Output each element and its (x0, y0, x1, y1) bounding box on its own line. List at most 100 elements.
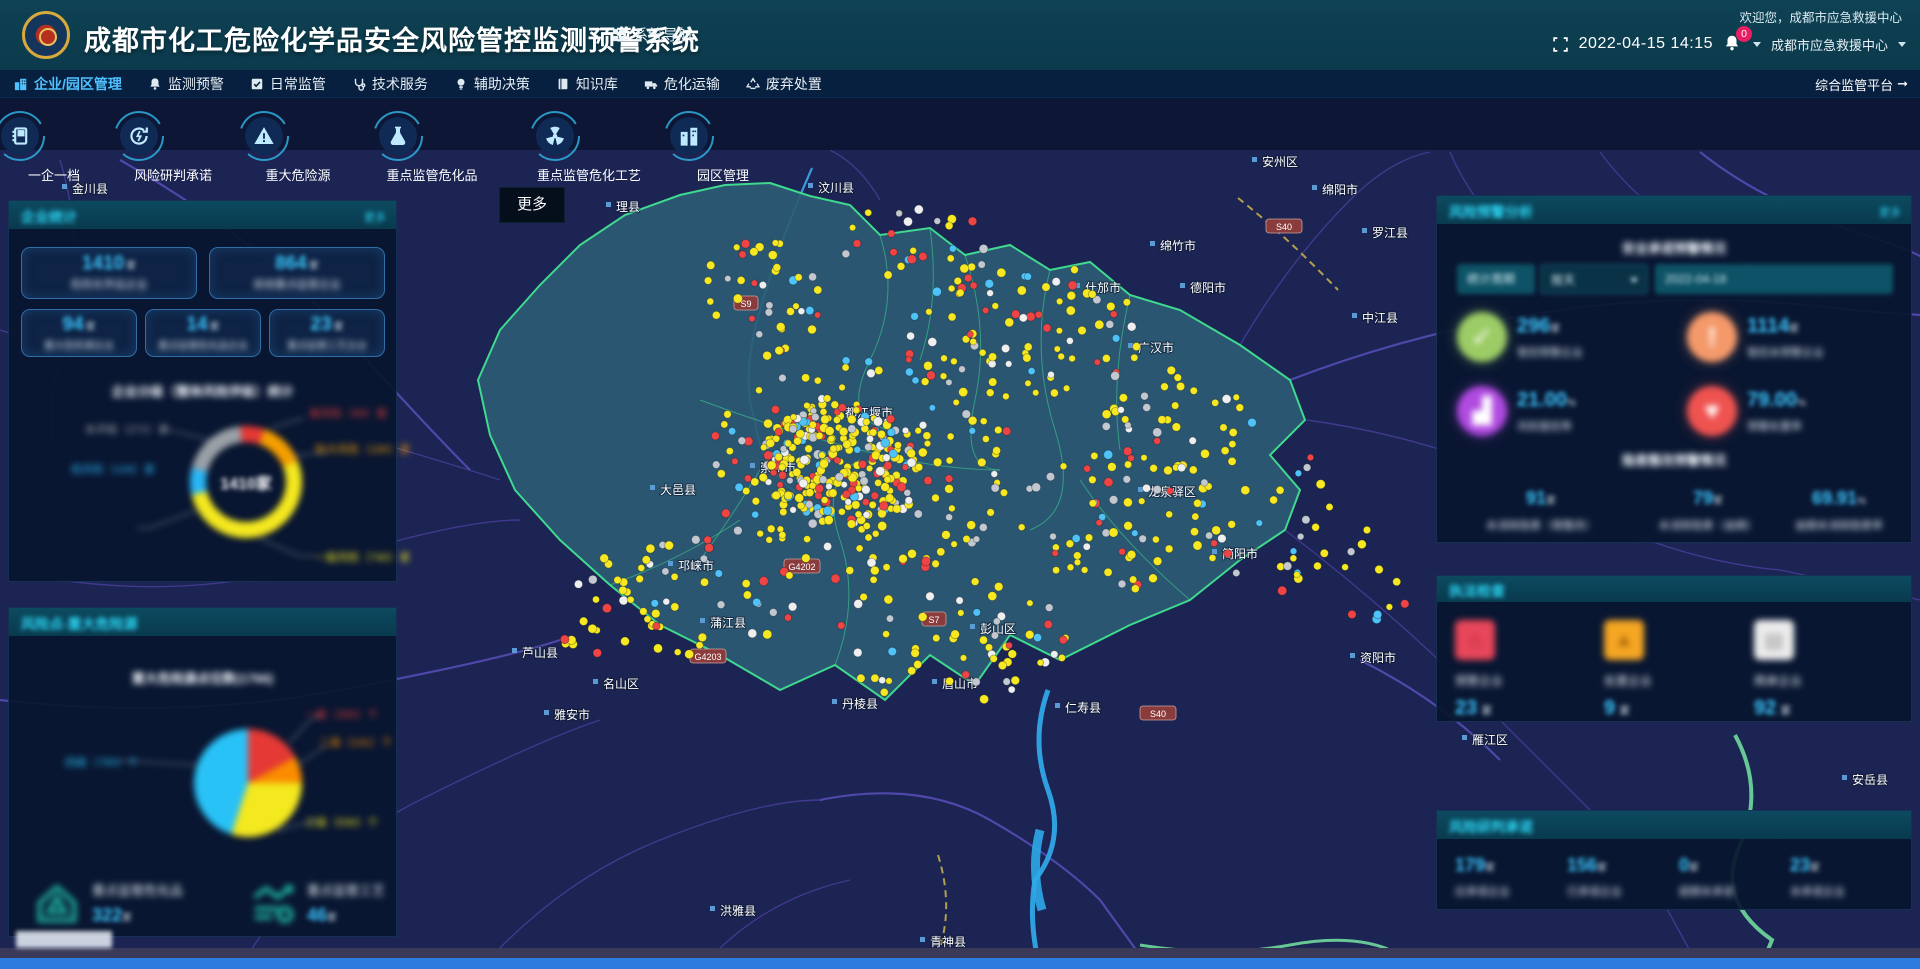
stat-value: 1410家 (22, 253, 196, 275)
stat-unit: 家 (1713, 496, 1723, 507)
process-flow-icon (249, 880, 295, 926)
svg-text:S7: S7 (928, 615, 939, 625)
nav-item-8[interactable]: 废弃处置 (746, 74, 822, 94)
svg-text:资阳市: 资阳市 (1360, 650, 1396, 665)
stat-value: 296家 (1517, 315, 1583, 338)
subnav-item-5[interactable]: 重点监管危化工艺 (529, 110, 649, 184)
stat-unit: 家 (309, 261, 319, 272)
nav-item-1[interactable]: 企业/园区管理 (14, 74, 122, 94)
square-notice-icon: ▲ (1604, 620, 1644, 660)
welcome-text: 欢迎您，成都市应急救援中心 (1739, 7, 1902, 26)
inspection-item[interactable]: ▲处置企业9家 (1604, 620, 1652, 720)
hazard-level-pie-chart (9, 703, 398, 873)
dashboard-root: 金川县安州区汶川县理县绵阳市绵竹市罗江县什邡市德阳市中江县广汉市都江堰市崇州市大… (0, 0, 1920, 969)
road-badge: S40 (1266, 219, 1302, 233)
fullscreen-icon[interactable] (1552, 36, 1569, 53)
panel-more-link[interactable]: 更多 (364, 209, 386, 225)
chevron-down-icon[interactable] (1898, 42, 1906, 47)
svg-text:绵阳市: 绵阳市 (1322, 182, 1358, 197)
notification-bell-icon[interactable]: 0 (1723, 34, 1743, 54)
inspection-item[interactable]: ▤两单企业92家 (1754, 620, 1802, 720)
map-more-button[interactable]: 更多 (500, 188, 564, 222)
warning-stat-text: 1114家管控未预警企业 (1747, 315, 1824, 360)
nav-item-label: 监测预警 (168, 74, 224, 94)
system-navigation-label: 系统导航 (633, 24, 693, 45)
nav-item-label: 知识库 (576, 74, 618, 94)
stat-label: 预警处置率 (1747, 418, 1806, 434)
current-org-name[interactable]: 成都市应急救援中心 (1771, 35, 1888, 54)
stat-unit: 家 (122, 913, 132, 924)
chevron-down-icon[interactable] (1753, 42, 1761, 47)
refresh-bolt-icon (113, 110, 233, 162)
pie-callout-label: 四级（795）个 (65, 754, 138, 770)
enterprise-stat-box[interactable]: 94家重大危险源企业 (21, 309, 137, 357)
subnav-item-1[interactable]: 一企一档 (0, 110, 114, 184)
subnav-item-4[interactable]: 重点监管危化品 (372, 110, 492, 184)
rectify-stat: 79家未消除隐患（逾期） (1623, 488, 1793, 533)
svg-text:汶川县: 汶川县 (818, 180, 854, 195)
nav-item-4[interactable]: 技术服务 (352, 74, 428, 94)
warning-stat: !1114家管控未预警企业 (1687, 312, 1824, 362)
subnav-item-2[interactable]: 风险研判承诺 (113, 110, 233, 184)
svg-text:S40: S40 (1150, 709, 1166, 719)
subnav-item-label: 园区管理 (663, 165, 783, 184)
inspection-item[interactable]: ⌂预警企业23家 (1455, 620, 1503, 720)
subnav-item-6[interactable]: 园区管理 (663, 110, 783, 184)
portal-link-label: 综合监管平台 (1815, 75, 1893, 94)
panel-title: 风险研判承诺 (1449, 817, 1533, 837)
subnav-item-label: 重大危险源 (238, 165, 358, 184)
enterprise-stat-box[interactable]: 23家重点监管工艺企业 (269, 309, 385, 357)
grid-icon (612, 28, 626, 42)
date-picker[interactable]: 2022-04-18 (1655, 264, 1893, 294)
enterprise-stat-box[interactable]: 14家重点监管危化品企业 (145, 309, 261, 357)
portal-link[interactable]: 综合监管平台 ➞ (1815, 70, 1908, 98)
stat-number: 91 (1526, 488, 1546, 508)
stat-unit: 家 (334, 322, 344, 333)
donut-center-label: 1410家 (220, 470, 272, 494)
stat-unit: 家 (1481, 705, 1492, 717)
nav-item-7[interactable]: 危化运输 (644, 74, 720, 94)
nav-item-2[interactable]: 监测预警 (148, 74, 224, 94)
pie-callout-label: 一级（300）个 (305, 706, 378, 722)
stat-number: 92 (1754, 697, 1776, 719)
map-attribution (16, 931, 112, 948)
notification-badge: 0 (1736, 26, 1752, 42)
svg-text:蒲江县: 蒲江县 (710, 616, 746, 630)
period-select-value: 按天 (1551, 273, 1575, 287)
inspection-value: 23家 (1455, 697, 1503, 720)
warning-triangle-icon (238, 110, 358, 162)
nav-item-label: 企业/园区管理 (34, 74, 122, 94)
period-select[interactable]: 按天 (1540, 264, 1648, 294)
nav-item-5[interactable]: 辅助决策 (454, 74, 530, 94)
chart-segment (190, 468, 207, 495)
svg-text:雅安市: 雅安市 (554, 707, 590, 722)
subnav-item-label: 重点监管危化工艺 (529, 165, 649, 184)
rectify-stat: 69.91%逾期未消除隐患率 (1769, 488, 1909, 533)
enterprise-stat-box[interactable]: 864家其他重点监管企业 (209, 247, 385, 299)
stat-label: 已承诺企业 (1567, 883, 1622, 899)
donut-callout-label: 一般风险（740）家 (315, 549, 410, 565)
bell-icon (148, 77, 162, 91)
svg-text:大邑县: 大邑县 (660, 483, 696, 497)
subnav-item-label: 重点监管危化品 (372, 165, 492, 184)
stat-label: 其他重点监管企业 (210, 276, 384, 292)
panel-more-link[interactable]: 更多 (1879, 204, 1901, 220)
svg-text:S40: S40 (1276, 222, 1292, 232)
circle-check-icon: ✓ (1457, 312, 1507, 362)
system-navigation-button[interactable]: 系统导航 (612, 24, 693, 45)
nav-item-3[interactable]: 日常监管 (250, 74, 326, 94)
flask-icon (372, 110, 492, 162)
stat-unit: 家 (86, 322, 96, 333)
svg-text:邛崃市: 邛崃市 (678, 558, 714, 573)
panel-header: 执法检查 (1437, 576, 1911, 602)
main-navbar: 企业/园区管理 监测预警 日常监管 技术服务 辅助决策 知识库 危化运输 废弃处置 综合监管平… (0, 70, 1920, 98)
chart-segment (192, 426, 242, 472)
enterprise-stat-box[interactable]: 1410家危险化学品企业 (21, 247, 197, 299)
stat-label: 未消除隐患（逾期） (1623, 517, 1793, 533)
nav-item-6[interactable]: 知识库 (556, 74, 618, 94)
panel-commitment: 风险研判承诺 179家应承诺企业156家已承诺企业0家超期未承诺23家未承诺企业 (1436, 810, 1912, 910)
stat-unit: % (1797, 398, 1806, 409)
donut-chart-title: 企业分级（整体风险评级）统计 (9, 381, 396, 400)
stat-unit: 家 (1789, 324, 1799, 335)
subnav-item-3[interactable]: 重大危险源 (238, 110, 358, 184)
